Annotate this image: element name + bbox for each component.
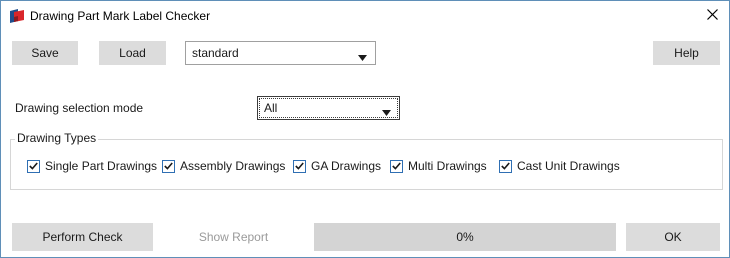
save-button[interactable]: Save [12, 41, 78, 65]
ok-button[interactable]: OK [626, 223, 720, 251]
checkbox-label: Multi Drawings [408, 159, 487, 173]
perform-check-button[interactable]: Perform Check [12, 223, 153, 251]
checkmark-icon [390, 159, 403, 173]
load-button[interactable]: Load [99, 41, 166, 65]
checkmark-icon [293, 159, 306, 173]
preset-dropdown-value: standard [192, 46, 239, 60]
show-report-button[interactable]: Show Report [165, 223, 302, 251]
help-button[interactable]: Help [653, 41, 720, 65]
checkbox-label: Assembly Drawings [180, 159, 286, 173]
app-logo-icon [9, 8, 25, 24]
title-bar[interactable]: Drawing Part Mark Label Checker [1, 1, 729, 31]
checkmark-icon [27, 159, 40, 173]
close-button[interactable] [695, 1, 729, 31]
progress-text: 0% [456, 230, 474, 244]
window-title: Drawing Part Mark Label Checker [30, 9, 211, 23]
dialog-window: Drawing Part Mark Label Checker Save Loa… [0, 0, 730, 258]
cast-unit-drawings-checkbox[interactable]: Cast Unit Drawings [499, 158, 620, 174]
ga-drawings-checkbox[interactable]: GA Drawings [293, 158, 381, 174]
single-part-drawings-checkbox[interactable]: Single Part Drawings [27, 158, 157, 174]
checkbox-label: GA Drawings [311, 159, 382, 173]
selection-mode-label: Drawing selection mode [15, 101, 144, 115]
selection-mode-value: All [264, 101, 278, 115]
chevron-down-icon [358, 50, 367, 64]
close-icon [706, 9, 718, 23]
chevron-down-icon [382, 105, 391, 119]
checkmark-icon [499, 159, 512, 173]
drawing-types-title: Drawing Types [15, 131, 99, 145]
assembly-drawings-checkbox[interactable]: Assembly Drawings [162, 158, 285, 174]
selection-mode-dropdown[interactable]: All [257, 96, 400, 120]
progress-bar: 0% [314, 223, 616, 251]
checkmark-icon [162, 159, 175, 173]
checkbox-label: Cast Unit Drawings [517, 159, 620, 173]
multi-drawings-checkbox[interactable]: Multi Drawings [390, 158, 487, 174]
preset-dropdown[interactable]: standard [185, 41, 376, 65]
checkbox-label: Single Part Drawings [45, 159, 158, 173]
